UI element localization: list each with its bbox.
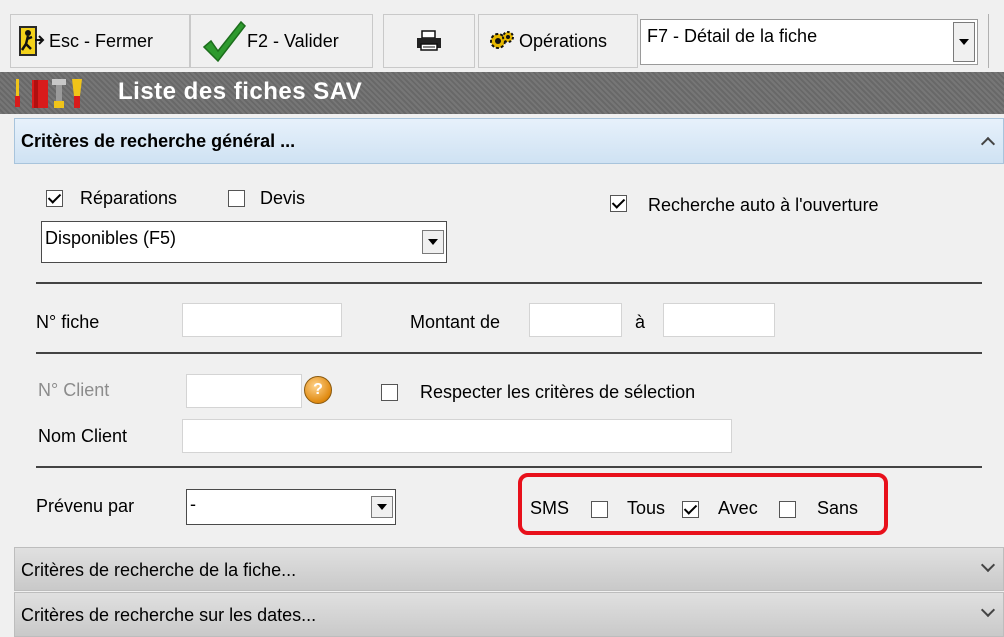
ticket-criteria-header[interactable]: Critères de recherche de la fiche... (14, 547, 1004, 591)
tools-icon (12, 76, 96, 110)
ticket-no-label: N° fiche (36, 312, 100, 332)
page-title: Liste des fiches SAV (118, 78, 363, 105)
toolbar-separator (988, 14, 989, 68)
ticket-no-input[interactable] (182, 303, 342, 337)
operations-select[interactable]: F7 - Détail de la fiche (640, 19, 978, 65)
client-no-input[interactable] (186, 374, 302, 408)
chevron-down-icon[interactable] (980, 557, 996, 573)
amount-to-label: à (635, 312, 646, 332)
chevron-down-icon[interactable] (980, 602, 996, 618)
client-name-label: Nom Client (38, 426, 128, 446)
respect-criteria-checkbox[interactable] (381, 384, 398, 401)
help-icon[interactable]: ? (304, 376, 332, 404)
divider (36, 352, 982, 354)
divider (36, 466, 982, 468)
chevron-up-icon[interactable] (980, 136, 996, 152)
date-criteria-header[interactable]: Critères de recherche sur les dates... (14, 592, 1004, 637)
repairs-label: Réparations (80, 188, 178, 208)
exit-icon (15, 24, 45, 58)
checkmark-icon (201, 19, 247, 63)
amount-from-label: Montant de (410, 312, 501, 332)
notified-by-select[interactable]: - (186, 489, 396, 525)
validate-button[interactable]: F2 - Valider (190, 14, 373, 68)
operations-gear-icon (489, 28, 515, 54)
title-bar: Liste des fiches SAV (0, 72, 1004, 114)
amount-from-input[interactable] (529, 303, 622, 337)
operations-button[interactable]: Opérations (478, 14, 638, 68)
operations-select-value: F7 - Détail de la fiche (647, 26, 818, 46)
quotes-label: Devis (260, 188, 306, 208)
auto-search-label: Recherche auto à l'ouverture (648, 195, 879, 215)
print-button[interactable] (383, 14, 475, 68)
general-criteria-header[interactable]: Critères de recherche général ... (14, 118, 1004, 164)
chevron-down-icon[interactable] (371, 496, 393, 518)
quotes-checkbox[interactable] (228, 190, 245, 207)
auto-search-checkbox[interactable] (610, 195, 627, 212)
amount-to-input[interactable] (663, 303, 775, 337)
respect-criteria-label: Respecter les critères de sélection (420, 382, 696, 402)
printer-icon (416, 30, 442, 52)
notified-by-label: Prévenu par (36, 496, 135, 516)
toolbar: Esc - Fermer F2 - Valider Opérations F7 … (0, 0, 1004, 72)
divider (36, 282, 982, 284)
date-criteria-title: Critères de recherche sur les dates... (21, 605, 317, 625)
repairs-checkbox[interactable] (46, 190, 63, 207)
chevron-down-icon[interactable] (953, 22, 975, 62)
availability-select-value: Disponibles (F5) (45, 228, 177, 248)
close-button[interactable]: Esc - Fermer (10, 14, 190, 68)
ticket-criteria-title: Critères de recherche de la fiche... (21, 560, 297, 580)
general-criteria-title: Critères de recherche général ... (21, 131, 296, 151)
close-button-label: Esc - Fermer (49, 30, 154, 51)
validate-button-label: F2 - Valider (247, 30, 339, 51)
operations-button-label: Opérations (519, 30, 608, 51)
sms-highlight-frame (518, 473, 888, 535)
client-no-label: N° Client (38, 380, 110, 400)
client-name-input[interactable] (182, 419, 732, 453)
availability-select[interactable]: Disponibles (F5) (41, 221, 447, 263)
chevron-down-icon[interactable] (422, 230, 444, 254)
notified-by-value: - (190, 494, 196, 514)
